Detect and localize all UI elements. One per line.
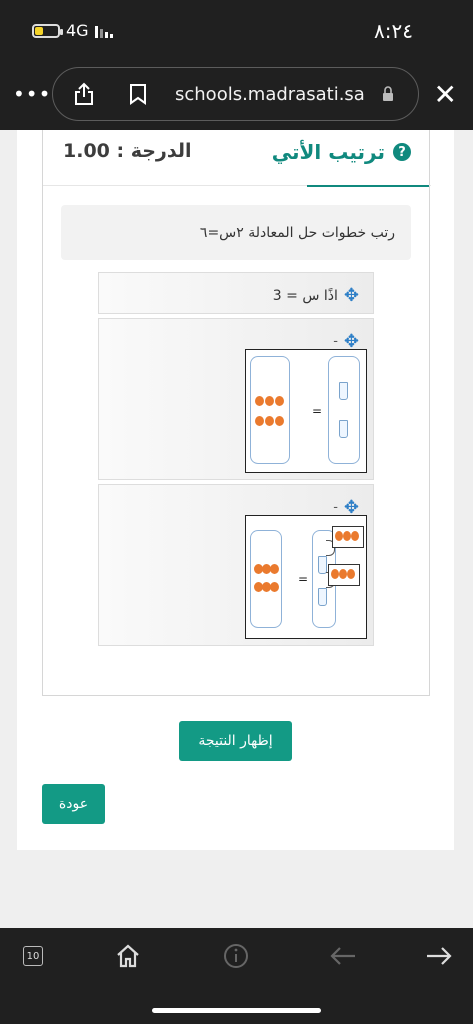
cup-icon (339, 420, 348, 438)
share-icon[interactable] (73, 82, 95, 106)
home-indicator (152, 1008, 321, 1013)
sortable-item[interactable]: اذًا س = 3 ✥ (98, 272, 374, 314)
counter-icon (255, 416, 264, 426)
show-result-button[interactable]: إظهار النتيجة (179, 721, 292, 761)
back-button[interactable]: عودة (42, 784, 105, 824)
counter-icon (335, 531, 343, 541)
address-bar[interactable]: schools.madrasati.sa (52, 67, 419, 121)
counter-icon (265, 396, 274, 406)
back-arrow-icon[interactable] (328, 944, 358, 968)
tabs-count-icon[interactable]: 10 (23, 946, 43, 966)
more-icon[interactable]: ••• (13, 82, 51, 106)
sortable-item[interactable]: - ✥ = (98, 484, 374, 646)
lock-icon (383, 86, 393, 101)
signal-icon (94, 24, 113, 38)
counter-icon (270, 564, 279, 574)
active-tab-indicator (307, 185, 429, 187)
bookmark-icon[interactable] (129, 83, 147, 105)
network-type: 4G (66, 21, 89, 40)
equation-diagram: = (245, 349, 367, 473)
counter-icon (343, 531, 351, 541)
item-text: - (333, 500, 338, 515)
counter-icon (255, 396, 264, 406)
equals-sign: = (312, 404, 323, 418)
item-text: اذًا س = 3 (272, 287, 338, 304)
question-title: ترتيب الأتي ? (272, 140, 411, 164)
url-text: schools.madrasati.sa (175, 83, 365, 105)
counter-icon (331, 569, 339, 579)
item-label-row: اذًا س = 3 ✥ (273, 285, 359, 306)
page-content: ترتيب الأتي ? الدرجة : 1.00 رتب خطوات حل… (17, 130, 454, 850)
home-icon[interactable] (114, 942, 142, 970)
question-card: ترتيب الأتي ? الدرجة : 1.00 رتب خطوات حل… (42, 130, 431, 696)
info-icon[interactable] (222, 940, 252, 970)
counter-icon (275, 396, 284, 406)
grade-label: الدرجة : 1.00 (63, 140, 192, 162)
counter-icon (275, 416, 284, 426)
counter-icon (265, 416, 274, 426)
sortable-item[interactable]: - ✥ = (98, 318, 374, 480)
browser-bottom-bar: 10 (0, 928, 473, 1024)
equation-diagram: = (245, 515, 367, 639)
title-text: ترتيب الأتي (271, 140, 385, 164)
help-icon[interactable]: ? (393, 143, 411, 161)
right-pan (328, 356, 360, 464)
left-pan (250, 356, 290, 464)
status-time: ٨:٢٤ (374, 19, 413, 43)
question-prompt: رتب خطوات حل المعادلة ٢س=٦ (61, 205, 411, 260)
counter-icon (351, 531, 359, 541)
item-text: - (333, 334, 338, 349)
move-icon[interactable]: ✥ (344, 285, 359, 306)
browser-top-bar: 4G ٨:٢٤ ••• schools.madrasati.sa ✕ (0, 0, 473, 130)
cup-icon (339, 382, 348, 400)
counter-icon (339, 569, 347, 579)
equals-sign: = (298, 572, 309, 586)
left-pan (250, 530, 282, 628)
counter-icon (270, 582, 279, 592)
forward-arrow-icon[interactable] (424, 944, 454, 968)
battery-icon (32, 23, 63, 38)
counter-icon (347, 569, 355, 579)
status-left: 4G (32, 21, 113, 40)
cup-icon (318, 588, 327, 606)
close-icon[interactable]: ✕ (434, 78, 457, 111)
